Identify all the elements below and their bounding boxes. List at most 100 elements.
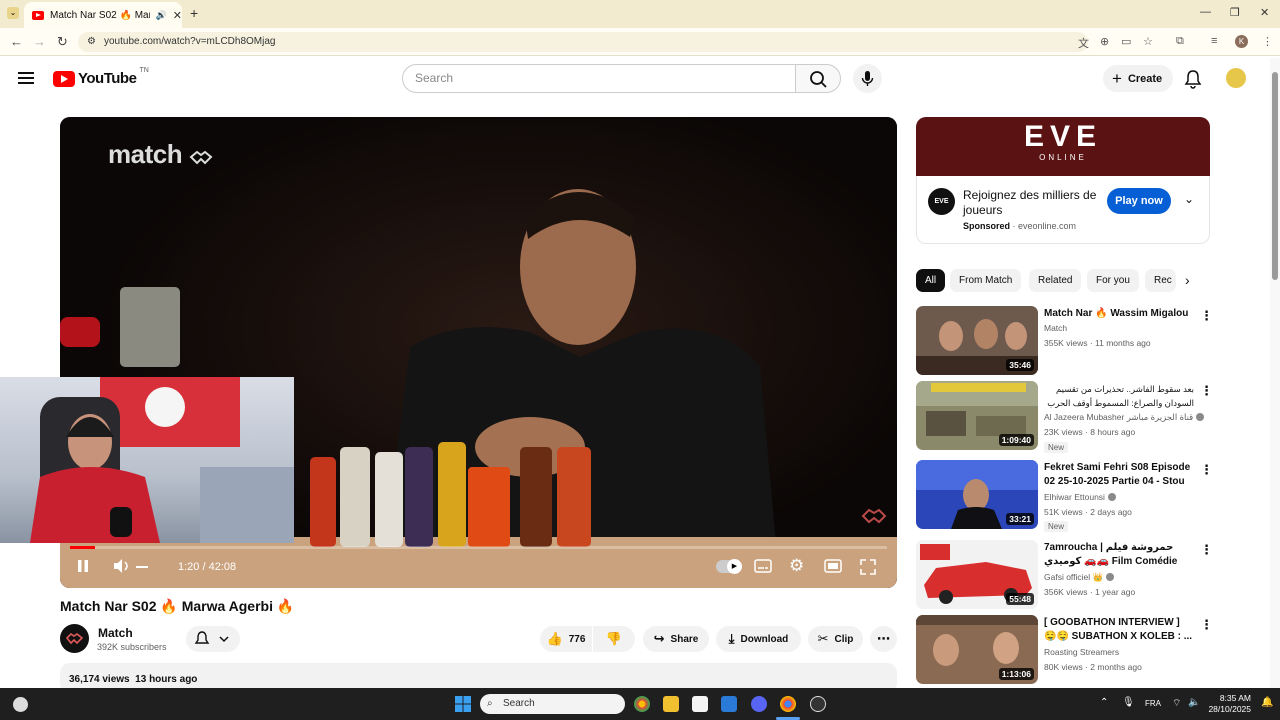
recommendation-title[interactable]: Match Nar 🔥 Wassim Migalou — [1044, 307, 1194, 321]
recommendation-thumbnail[interactable]: 1:13:06 — [916, 615, 1038, 684]
more-options-icon[interactable]: ⋮ — [1200, 542, 1213, 558]
voice-search-button[interactable] — [853, 64, 882, 93]
more-options-icon[interactable]: ⋮ — [1200, 383, 1213, 399]
recommendation-channel[interactable]: Roasting Streamers — [1044, 647, 1119, 657]
autoplay-toggle[interactable]: ▶ — [716, 559, 742, 574]
cast-icon[interactable]: ▭ — [1121, 35, 1131, 48]
back-icon[interactable]: ← — [10, 34, 23, 49]
recommendation-thumbnail[interactable]: 35:46 — [916, 306, 1038, 375]
new-tab-icon[interactable]: + — [190, 5, 198, 21]
browser-tab[interactable]: Match Nar S02 🔥 Marwa A 🔊 ✕ — [24, 2, 182, 28]
tab-audio-icon[interactable]: 🔊 — [156, 10, 167, 21]
fullscreen-icon[interactable] — [860, 559, 876, 580]
recommendation-thumbnail[interactable]: 1:09:40 — [916, 381, 1038, 450]
store-icon[interactable] — [692, 696, 708, 712]
ad-headline[interactable]: Rejoignez des milliers de joueurs — [963, 188, 1098, 218]
notifications-tray-icon[interactable]: 🔔 — [1261, 697, 1273, 708]
chrome-icon[interactable] — [634, 696, 650, 712]
taskbar-search-input[interactable]: ⌕ Search — [480, 694, 625, 714]
recommendation-title[interactable]: Fekret Sami Fehri S08 Episode 02 25-10-2… — [1044, 461, 1194, 489]
input-language[interactable]: FRA — [1145, 699, 1161, 708]
chip-all[interactable]: All — [916, 269, 946, 292]
site-info-icon[interactable]: ⚙ — [87, 32, 96, 52]
recommendation-channel[interactable]: Al Jazeera Mubasher قناة الجزيرة مباشر — [1044, 412, 1205, 423]
share-button[interactable]: ↪ Share — [643, 626, 709, 652]
chip-recent[interactable]: Rec — [1145, 269, 1176, 292]
recommendation-item[interactable]: 55:48 7amroucha | حمروشة فيلم كوميدي 🚗🚗 … — [916, 540, 1216, 610]
restore-icon[interactable]: ❐ — [1230, 6, 1240, 19]
recommendation-item[interactable]: 1:09:40 بعد سقوط الفاشر.. تحذيرات من تقس… — [916, 381, 1216, 453]
recommendation-title[interactable]: [ GOOBATHON INTERVIEW ] 🤤🤤 SUBATHON X KO… — [1044, 616, 1194, 644]
youtube-logo[interactable]: YouTube TN — [53, 67, 149, 87]
search-button[interactable] — [795, 64, 841, 93]
progress-bar[interactable] — [70, 546, 887, 549]
chip-related[interactable]: Related — [1029, 269, 1082, 292]
file-explorer-icon[interactable] — [663, 696, 679, 712]
address-bar[interactable]: ⚙ youtube.com/watch?v=mLCDh8OMjag — [78, 32, 1088, 52]
tab-close-icon[interactable]: ✕ — [173, 9, 182, 22]
microphone-tray-icon[interactable]: 🎙 — [1122, 697, 1135, 708]
browser-menu-icon[interactable]: ⋮ — [1262, 35, 1273, 48]
forward-icon[interactable]: → — [33, 34, 46, 49]
reading-list-icon[interactable]: ≡ — [1211, 35, 1217, 47]
recommendation-item[interactable]: 1:13:06 [ GOOBATHON INTERVIEW ] 🤤🤤 SUBAT… — [916, 615, 1216, 685]
extensions-icon[interactable]: ⧉ — [1176, 35, 1184, 48]
chips-next-chevron-icon[interactable]: › — [1185, 272, 1190, 288]
chip-from-match[interactable]: From Match — [950, 269, 1022, 292]
recommendation-channel[interactable]: Elhiwar Ettounsi — [1044, 492, 1116, 502]
ad-expand-chevron-icon[interactable]: ⌄ — [1184, 192, 1194, 206]
zoom-icon[interactable]: ⊕ — [1100, 35, 1109, 48]
menu-icon[interactable] — [18, 72, 34, 84]
minimize-icon[interactable]: — — [1200, 6, 1211, 18]
more-options-icon[interactable]: ⋮ — [1200, 462, 1213, 478]
recommendation-channel[interactable]: Gafsi officiel 👑 — [1044, 572, 1115, 583]
recommendation-thumbnail[interactable]: 55:48 — [916, 540, 1038, 609]
windows-start-icon[interactable] — [455, 696, 471, 712]
channel-name[interactable]: Match — [98, 626, 133, 640]
wifi-icon[interactable]: ⌔ — [1172, 697, 1181, 710]
recommendation-title[interactable]: 7amroucha | حمروشة فيلم كوميدي 🚗🚗 Film C… — [1044, 541, 1194, 569]
recommendation-thumbnail[interactable]: 33:21 — [916, 460, 1038, 529]
more-options-icon[interactable]: ⋮ — [1200, 617, 1213, 633]
download-button[interactable]: ⤓ Download — [716, 626, 801, 652]
volume-slider[interactable] — [136, 566, 148, 568]
notifications-bell-icon[interactable] — [1184, 69, 1202, 89]
subscription-bell-button[interactable] — [186, 626, 240, 652]
pause-icon[interactable] — [74, 557, 92, 575]
dislike-button[interactable]: 👎 — [593, 626, 635, 652]
more-actions-button[interactable]: ⋯ — [870, 626, 897, 652]
close-window-icon[interactable]: ✕ — [1260, 6, 1269, 19]
obs-icon[interactable] — [810, 696, 826, 712]
reload-icon[interactable]: ↻ — [57, 34, 68, 50]
volume-icon[interactable] — [112, 557, 132, 580]
ad-banner-image[interactable]: EVE ONLINE — [916, 117, 1210, 176]
bookmark-star-icon[interactable]: ☆ — [1143, 35, 1153, 48]
recommendation-item[interactable]: 35:46 Match Nar 🔥 Wassim Migalou Match 3… — [916, 306, 1216, 376]
clip-button[interactable]: ✂ Clip — [808, 626, 863, 652]
search-input[interactable]: Search — [402, 64, 796, 93]
ad-cta-button[interactable]: Play now — [1107, 188, 1171, 214]
create-button[interactable]: + Create — [1103, 65, 1173, 92]
profile-icon[interactable]: K — [1235, 35, 1248, 48]
scrollbar-thumb[interactable] — [1272, 72, 1278, 280]
chip-for-you[interactable]: For you — [1087, 269, 1139, 292]
channel-avatar[interactable] — [60, 624, 89, 653]
theater-mode-icon[interactable] — [824, 559, 842, 578]
translate-icon[interactable]: 文 — [1078, 35, 1089, 51]
recommendation-title[interactable]: بعد سقوط الفاشر.. تحذيرات من تقسيم السود… — [1044, 382, 1194, 410]
clock[interactable]: 8:35 AM 28/10/2025 — [1205, 693, 1251, 715]
account-avatar[interactable] — [1226, 68, 1246, 88]
mail-icon[interactable] — [721, 696, 737, 712]
tab-search-icon[interactable]: ⌄ — [7, 7, 19, 19]
ad-advertiser-icon[interactable]: EVE — [928, 188, 955, 215]
recommendation-channel[interactable]: Match — [1044, 323, 1067, 333]
tray-chevron-icon[interactable]: ⌃ — [1100, 697, 1108, 708]
like-button[interactable]: 👍 776 — [540, 626, 592, 652]
widgets-icon[interactable] — [13, 697, 28, 712]
volume-tray-icon[interactable]: 🔈 — [1188, 697, 1200, 708]
subtitles-icon[interactable] — [754, 559, 772, 578]
more-options-icon[interactable]: ⋮ — [1200, 308, 1213, 324]
channel-watermark-icon[interactable] — [860, 505, 888, 527]
discord-icon[interactable] — [751, 696, 767, 712]
settings-gear-icon[interactable]: ⚙ — [789, 557, 804, 574]
